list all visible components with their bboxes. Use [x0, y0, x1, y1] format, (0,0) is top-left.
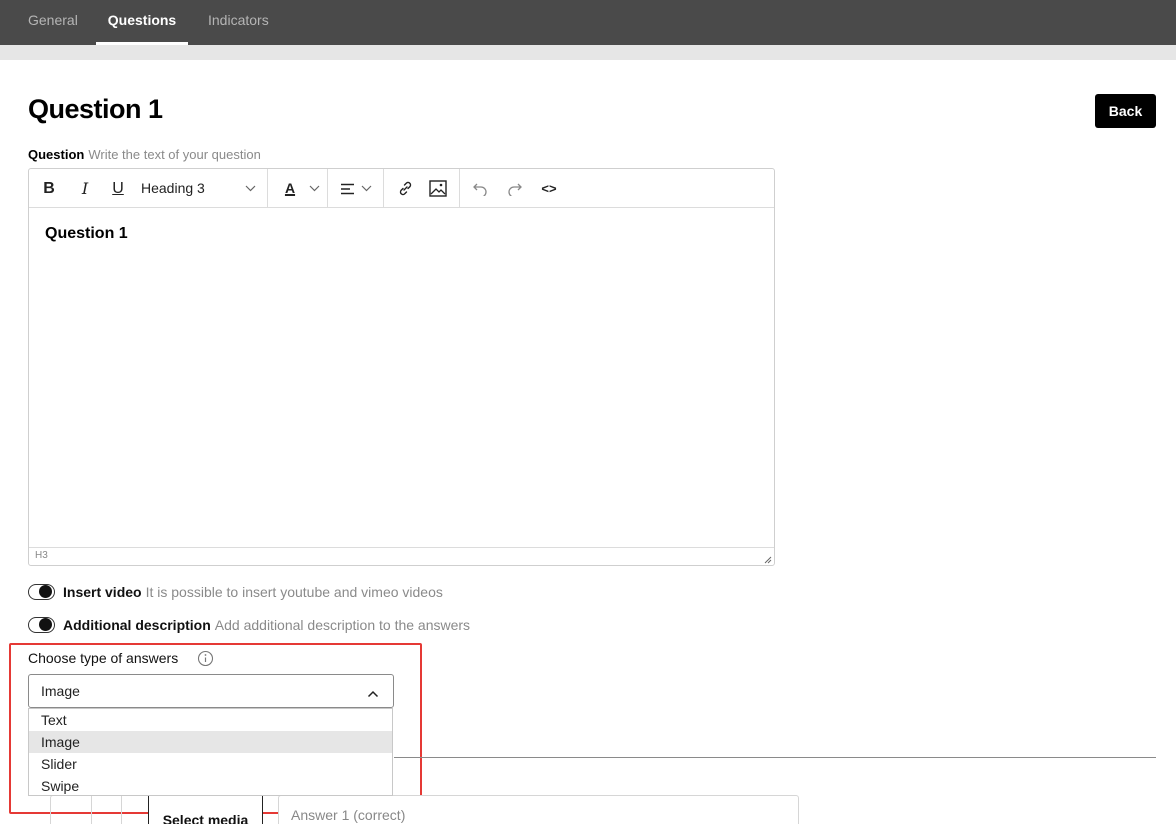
insert-video-label: Insert video It is possible to insert you… [63, 584, 443, 600]
italic-button[interactable]: I [75, 169, 95, 208]
insert-video-toggle[interactable] [28, 584, 55, 600]
resize-handle-icon[interactable] [762, 551, 772, 569]
option-image[interactable]: Image [29, 731, 392, 753]
heading-select-value: Heading 3 [141, 180, 205, 196]
answer-row: Select media [50, 795, 800, 824]
additional-description-hint: Add additional description to the answer… [214, 617, 471, 633]
additional-description-label: Additional description Add additional des… [63, 617, 470, 633]
editor-content[interactable]: Question 1 [29, 209, 774, 547]
text-color-button[interactable]: A [280, 169, 300, 208]
rich-text-editor: B I U Heading 3 A <> Question 1 H3 [28, 168, 775, 566]
answer-input[interactable] [278, 795, 799, 824]
answer-type-select[interactable]: Image [28, 674, 394, 708]
chevron-down-icon[interactable] [307, 169, 321, 208]
redo-icon[interactable] [505, 169, 525, 208]
tab-questions[interactable]: Questions [96, 0, 188, 45]
undo-icon[interactable] [470, 169, 490, 208]
subheader-bar [0, 45, 1176, 60]
tab-general[interactable]: General [28, 0, 78, 45]
chevron-down-icon[interactable] [243, 169, 257, 208]
editor-statusbar: H3 [29, 547, 774, 565]
image-icon[interactable] [427, 169, 449, 208]
page-title: Question 1 [28, 94, 163, 124]
answer-type-options: Text Image Slider Swipe [28, 708, 393, 796]
source-code-button[interactable]: <> [537, 169, 561, 208]
question-label-text: Question [28, 147, 85, 162]
underline-button[interactable]: U [108, 169, 128, 208]
editor-toolbar: B I U Heading 3 A <> [29, 169, 774, 208]
option-slider[interactable]: Slider [29, 753, 392, 775]
option-swipe[interactable]: Swipe [29, 775, 392, 797]
insert-video-hint: It is possible to insert youtube and vim… [145, 584, 443, 600]
insert-video-title: Insert video [63, 584, 142, 600]
select-media-button[interactable]: Select media [148, 795, 263, 824]
answer-type-selected: Image [41, 683, 80, 699]
align-icon[interactable] [337, 169, 357, 208]
top-navigation: General Questions Indicators [0, 0, 1176, 45]
back-button[interactable]: Back [1095, 94, 1156, 128]
option-text[interactable]: Text [29, 709, 392, 731]
info-icon[interactable] [197, 650, 214, 672]
question-label: Question Write the text of your question [28, 147, 261, 162]
additional-description-title: Additional description [63, 617, 211, 633]
chevron-down-icon[interactable] [359, 169, 373, 208]
question-hint: Write the text of your question [88, 147, 261, 162]
answer-type-label: Choose type of answers [28, 650, 179, 666]
link-icon[interactable] [394, 169, 416, 208]
tab-indicators[interactable]: Indicators [208, 0, 269, 45]
section-divider [394, 757, 1156, 758]
element-path: H3 [35, 550, 48, 561]
chevron-up-icon [367, 685, 379, 703]
answer-row-controls [50, 795, 150, 824]
bold-button[interactable]: B [39, 169, 59, 208]
heading-select[interactable]: Heading 3 [141, 169, 205, 208]
editor-heading-text: Question 1 [45, 225, 128, 242]
additional-description-toggle[interactable] [28, 617, 55, 633]
